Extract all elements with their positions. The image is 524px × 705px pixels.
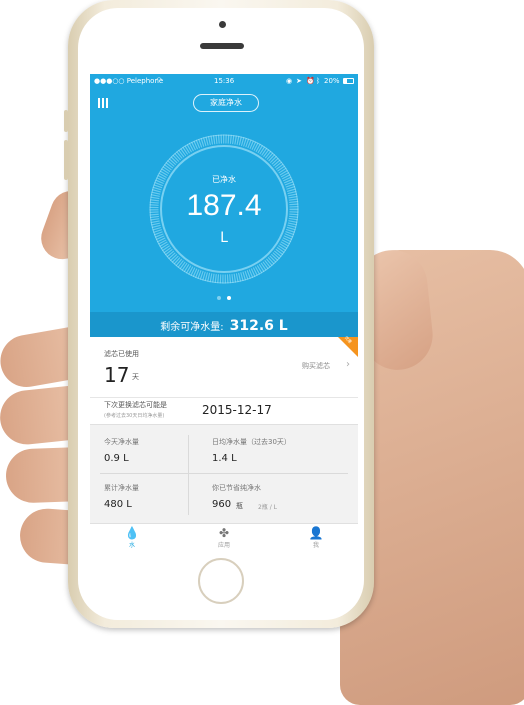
- next-replace-date: 2015-12-17: [202, 403, 272, 417]
- gauge-value: 187.4: [186, 189, 262, 222]
- remaining-water-bar: 剩余可净水量: 312.6 L: [90, 312, 358, 337]
- side-button-2: [64, 140, 68, 180]
- today-value: 0.9 L: [104, 453, 129, 464]
- saved-label: 你已节省纯净水: [212, 484, 261, 492]
- remaining-label: 剩余可净水量:: [160, 322, 224, 333]
- next-replace-label: 下次更换滤芯可能是: [104, 401, 167, 409]
- tab-me[interactable]: 👤 我: [286, 526, 346, 549]
- location-icon: ◉: [286, 77, 293, 85]
- remaining-value: 312.6 L: [229, 318, 288, 334]
- carrier-label: ●●●○○ Pelephone: [94, 77, 164, 85]
- water-drop-icon: 💧: [124, 526, 140, 540]
- today-label: 今天净水量: [104, 438, 139, 446]
- daily-avg-label: 日均净水量（过去30天）: [212, 438, 291, 446]
- page-dot-1[interactable]: [217, 296, 221, 300]
- saved-note: 2瓶 / L: [258, 504, 277, 511]
- side-button-1: [64, 110, 68, 132]
- app-title[interactable]: 家庭净水: [193, 94, 259, 112]
- gauge-unit: L: [220, 230, 228, 246]
- alarm-icon: ⏰: [306, 77, 315, 85]
- person-icon: 👤: [308, 526, 324, 540]
- total-label: 累计净水量: [104, 484, 139, 492]
- front-camera: [219, 21, 226, 28]
- next-replace-section: 下次更换滤芯可能是 (参考过去30天日均净水量) 2015-12-17: [90, 397, 358, 425]
- water-gauge: 已净水 187.4 L: [149, 134, 299, 284]
- chevron-right-icon[interactable]: ›: [346, 359, 350, 370]
- page-dot-2[interactable]: [227, 296, 231, 300]
- saved-value: 960: [212, 499, 232, 510]
- apps-icon: ✤: [218, 526, 230, 540]
- tab-apps-label: 应用: [217, 542, 230, 549]
- total-value: 480 L: [104, 499, 132, 510]
- tab-me-label: 我: [312, 542, 319, 549]
- stats-divider-vertical: [188, 435, 189, 515]
- gauge-label: 已净水: [212, 175, 236, 184]
- filter-used-days: 17: [104, 363, 130, 387]
- battery-percent: 20%: [324, 77, 340, 85]
- tab-bar: 💧 水 ✤ 应用 👤 我: [90, 523, 358, 549]
- status-bar: ●●●○○ Pelephone ◠ 15:36 ◉ ➤ ⏰ ᛒ 20%: [90, 74, 358, 90]
- stats-divider-horizontal: [100, 473, 348, 474]
- home-button[interactable]: [198, 558, 244, 604]
- filter-used-label: 滤芯已使用: [104, 350, 139, 358]
- saved-unit: 瓶: [236, 502, 243, 510]
- tab-apps[interactable]: ✤ 应用: [194, 526, 254, 549]
- filter-usage-section: 滤芯已使用 17 天 购买滤芯 ›: [90, 337, 358, 397]
- earpiece-speaker: [200, 43, 244, 49]
- buy-filter-link[interactable]: 购买滤芯: [302, 361, 330, 371]
- wifi-icon: ◠: [156, 76, 163, 84]
- clock-time: 15:36: [214, 77, 235, 85]
- navigation-icon: ➤: [296, 77, 302, 85]
- menu-icon[interactable]: [98, 98, 110, 108]
- bluetooth-icon: ᛒ: [316, 77, 321, 85]
- tab-water-label: 水: [128, 542, 135, 549]
- tab-water[interactable]: 💧 水: [102, 526, 162, 549]
- water-stats-grid: 今天净水量 0.9 L 日均净水量（过去30天） 1.4 L 累计净水量 480…: [90, 424, 358, 524]
- daily-avg-value: 1.4 L: [212, 453, 237, 464]
- app-screen: ●●●○○ Pelephone ◠ 15:36 ◉ ➤ ⏰ ᛒ 20% 家庭净水…: [90, 74, 358, 549]
- filter-used-unit: 天: [132, 373, 139, 381]
- next-replace-note: (参考过去30天日均净水量): [104, 413, 165, 419]
- battery-icon: [343, 78, 354, 84]
